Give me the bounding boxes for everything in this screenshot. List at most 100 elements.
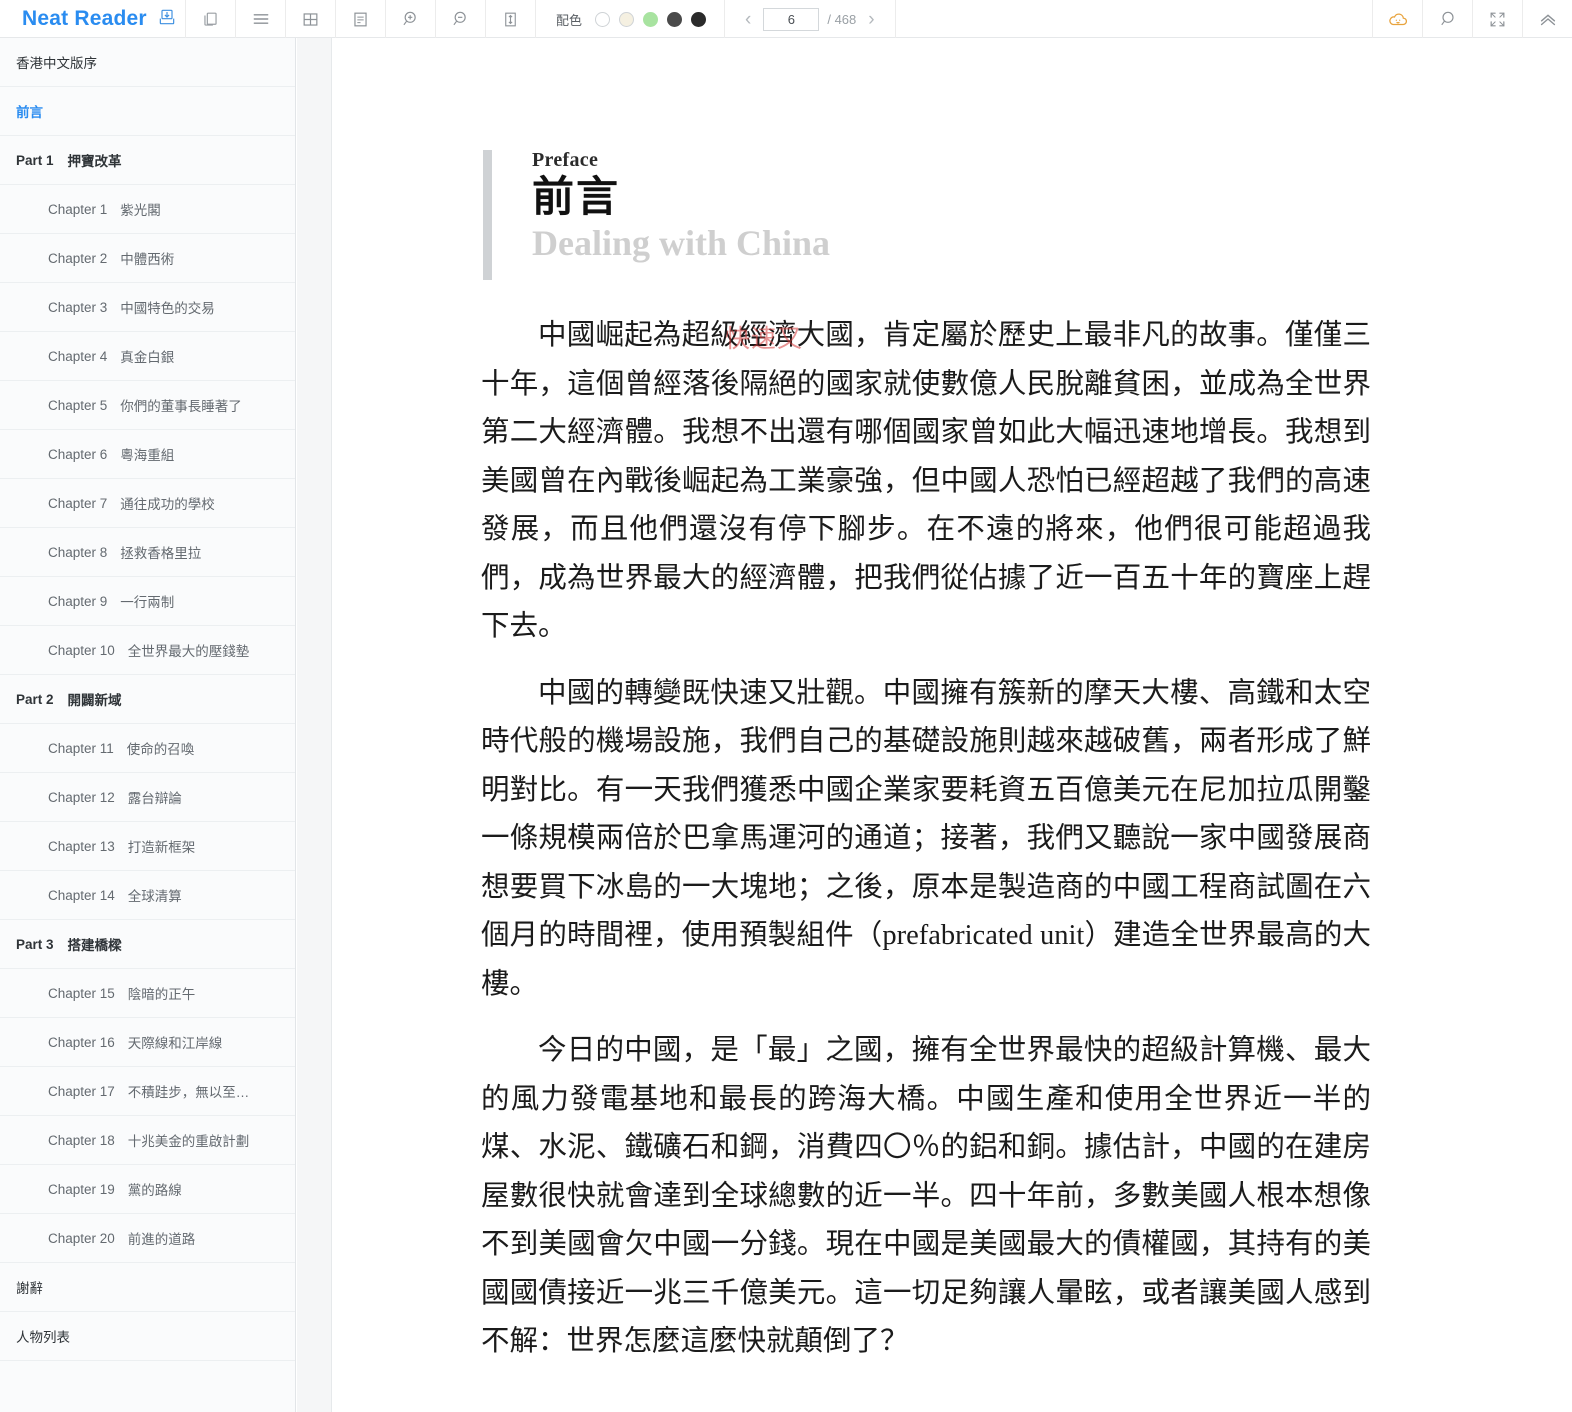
toc-chapter-number: Chapter 15 — [48, 985, 115, 1001]
toc-chapter-21[interactable]: Chapter 17 不積跬步，無以至… — [0, 1067, 295, 1116]
cloud-sync-icon[interactable] — [1372, 0, 1422, 38]
zoom-in-icon[interactable] — [386, 0, 436, 38]
toc-chapter-10[interactable]: Chapter 8 拯救香格里拉 — [0, 528, 295, 577]
toc-chapter-title: 天際線和江岸線 — [127, 1036, 223, 1051]
toc-chapter-8[interactable]: Chapter 6 粵海重組 — [0, 430, 295, 479]
toc-chapter-number: Chapter 10 — [48, 642, 115, 658]
toc-section-26[interactable]: 人物列表 — [0, 1312, 295, 1361]
theme-swatch-green[interactable] — [643, 11, 659, 27]
grid-icon[interactable] — [286, 0, 336, 38]
color-theme-group: 配色 — [536, 0, 726, 38]
theme-swatch-white[interactable] — [595, 11, 611, 27]
toc-chapter-number: Chapter 3 — [48, 299, 108, 315]
save-book-icon[interactable] — [157, 7, 177, 32]
search-icon[interactable] — [1422, 0, 1472, 38]
toc-chapter-title: 使命的召喚 — [126, 742, 195, 757]
zoom-out-icon[interactable] — [436, 0, 486, 38]
toc-chapter-23[interactable]: Chapter 19 黨的路線 — [0, 1165, 295, 1214]
toc-section-0[interactable]: 香港中文版序 — [0, 38, 295, 87]
paragraph: 中國崛起為超級經濟大國，肯定屬於歷史上最非凡的故事。僅僅三十年，這個曾經落後隔絕… — [481, 320, 1371, 642]
pager: ‹ / 468 › — [725, 0, 896, 38]
toc-part-18[interactable]: Part 3 搭建橋樑 — [0, 920, 295, 969]
toc-part-number: Part 1 — [16, 152, 54, 168]
page-number-input[interactable] — [763, 7, 820, 31]
toc-chapter-number: Chapter 7 — [48, 495, 108, 511]
toc-chapter-6[interactable]: Chapter 4 真金白銀 — [0, 332, 295, 381]
toc-chapter-number: Chapter 12 — [48, 789, 115, 805]
toc-chapter-5[interactable]: Chapter 3 中國特色的交易 — [0, 283, 295, 332]
toc-chapter-22[interactable]: Chapter 18 十兆美金的重啟計劃 — [0, 1116, 295, 1165]
toc-sidebar[interactable]: 香港中文版序 前言 Part 1 押寶改革 Chapter 1 紫光閣 Chapter 2 中… — [0, 38, 296, 1412]
fullscreen-icon[interactable] — [1472, 0, 1522, 38]
toc-chapter-number: Chapter 13 — [48, 838, 115, 854]
theme-swatch-sepia[interactable] — [619, 11, 635, 27]
app-title: Neat Reader — [22, 7, 147, 30]
sidebar-scrollbar[interactable] — [289, 38, 294, 1412]
toc-chapter-title: 你們的董事長睡著了 — [120, 399, 242, 414]
toc-chapter-24[interactable]: Chapter 20 前進的道路 — [0, 1214, 295, 1263]
toc-chapter-title: 不積跬步，無以至… — [127, 1085, 250, 1100]
color-theme-label: 配色 — [556, 12, 583, 28]
chapter-body: 中國崛起為超級經濟大國，肯定屬於歷史上最非凡的故事。僅僅三十年，這個曾經落後隔絕… — [481, 312, 1371, 1367]
chapter-title-en: Dealing with China — [532, 223, 831, 264]
toc-chapter-17[interactable]: Chapter 14 全球清算 — [0, 871, 295, 920]
toc-chapter-15[interactable]: Chapter 12 露台辯論 — [0, 773, 295, 822]
toc-chapter-9[interactable]: Chapter 7 通往成功的學校 — [0, 479, 295, 528]
toc-chapter-number: Chapter 4 — [48, 348, 108, 364]
chapter-header: Preface 前言 Dealing with China — [483, 150, 1572, 280]
page-total-label: / 468 — [827, 11, 857, 27]
prev-page-button[interactable]: ‹ — [741, 10, 755, 29]
toc-chapter-title: 全球清算 — [127, 889, 182, 904]
toc-part-number: Part 2 — [16, 691, 54, 707]
toc-chapter-number: Chapter 19 — [48, 1181, 115, 1197]
toc-part-title: 開闢新域 — [67, 693, 122, 708]
toc-chapter-title: 全世界最大的壓錢墊 — [127, 644, 250, 659]
menu-icon[interactable] — [236, 0, 286, 38]
toc-chapter-title: 露台辯論 — [127, 791, 182, 806]
toc-chapter-12[interactable]: Chapter 10 全世界最大的壓錢墊 — [0, 626, 295, 675]
toc-section-title: 謝辭 — [16, 1281, 43, 1296]
toc-chapter-14[interactable]: Chapter 11 使命的召喚 — [0, 724, 295, 773]
toc-part-title: 搭建橋樑 — [67, 938, 122, 953]
toc-chapter-number: Chapter 11 — [48, 740, 114, 756]
collapse-up-icon[interactable] — [1522, 0, 1572, 38]
toc-chapter-title: 前進的道路 — [127, 1232, 196, 1247]
toc-chapter-number: Chapter 20 — [48, 1230, 115, 1246]
toc-chapter-19[interactable]: Chapter 15 陰暗的正午 — [0, 969, 295, 1018]
toc-chapter-number: Chapter 16 — [48, 1034, 115, 1050]
theme-swatch-black[interactable] — [691, 11, 707, 27]
toc-chapter-number: Chapter 17 — [48, 1083, 115, 1099]
toc-section-1[interactable]: 前言 — [0, 87, 295, 136]
toc-part-13[interactable]: Part 2 開闢新域 — [0, 675, 295, 724]
app-brand: Neat Reader — [0, 0, 186, 38]
toc-chapter-16[interactable]: Chapter 13 打造新框架 — [0, 822, 295, 871]
toc-chapter-4[interactable]: Chapter 2 中體西術 — [0, 234, 295, 283]
toc-chapter-3[interactable]: Chapter 1 紫光閣 — [0, 185, 295, 234]
toc-chapter-title: 陰暗的正午 — [127, 987, 196, 1002]
toc-chapter-title: 十兆美金的重啟計劃 — [127, 1134, 250, 1149]
line-height-icon[interactable] — [486, 0, 536, 38]
notes-icon[interactable] — [336, 0, 386, 38]
toc-chapter-number: Chapter 14 — [48, 887, 115, 903]
paragraph: 中國的轉變既快速又壯觀。中國擁有簇新的摩天大樓、高鐵和太空時代般的機場設施，我們… — [481, 677, 1371, 1000]
next-page-button[interactable]: › — [864, 10, 878, 29]
toc-chapter-title: 打造新框架 — [127, 840, 196, 855]
toc-section-25[interactable]: 謝辭 — [0, 1263, 295, 1312]
toc-part-2[interactable]: Part 1 押寶改革 — [0, 136, 295, 185]
toc-chapter-20[interactable]: Chapter 16 天際線和江岸線 — [0, 1018, 295, 1067]
toc-chapter-number: Chapter 6 — [48, 446, 108, 462]
toc-chapter-title: 真金白銀 — [120, 350, 175, 365]
toc-chapter-number: Chapter 18 — [48, 1132, 115, 1148]
toc-part-title: 押寶改革 — [67, 154, 122, 169]
page-gutter — [297, 38, 332, 1412]
chapter-title-cn: 前言 — [532, 175, 621, 221]
toc-chapter-number: Chapter 9 — [48, 593, 108, 609]
toc-part-number: Part 3 — [16, 936, 54, 952]
toc-chapter-11[interactable]: Chapter 9 一行兩制 — [0, 577, 295, 626]
copy-icon[interactable] — [186, 0, 236, 38]
toc-chapter-number: Chapter 8 — [48, 544, 108, 560]
toc-chapter-7[interactable]: Chapter 5 你們的董事長睡著了 — [0, 381, 295, 430]
theme-swatch-dark-gray[interactable] — [667, 11, 683, 27]
toc-list: 香港中文版序 前言 Part 1 押寶改革 Chapter 1 紫光閣 Chapter 2 中… — [0, 38, 295, 1361]
